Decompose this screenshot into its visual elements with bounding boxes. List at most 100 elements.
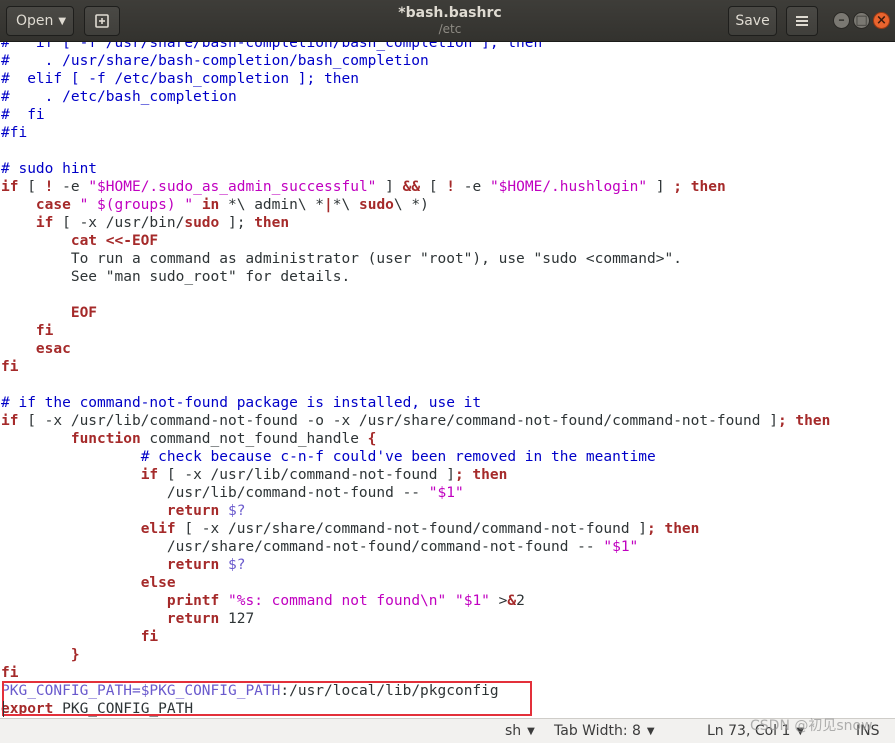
code-line: if [ -x /usr/bin/sudo ]; then bbox=[1, 214, 289, 232]
code-token-keyword: fi bbox=[1, 359, 19, 375]
chevron-down-icon: ▼ bbox=[58, 16, 67, 27]
code-line: # if the command-not-found package is in… bbox=[1, 394, 481, 412]
close-icon: × bbox=[876, 13, 887, 28]
code-line: elif [ -x /usr/share/command-not-found/c… bbox=[1, 520, 700, 538]
code-token-string: "$1" bbox=[454, 593, 490, 609]
code-line: printf "%s: command not found\n" "$1" >&… bbox=[1, 592, 525, 610]
chevron-down-icon: ▼ bbox=[527, 726, 535, 737]
save-button[interactable]: Save bbox=[728, 6, 777, 36]
code-token-plain: 127 bbox=[219, 611, 255, 627]
code-token-plain: :/usr/local/lib/pkgconfig bbox=[280, 683, 499, 699]
status-bar: sh ▼ Tab Width: 8 ▼ Ln 73, Col 1 ▼ INS bbox=[0, 718, 895, 743]
code-token-plain: ] bbox=[376, 179, 403, 195]
code-token-plain: \ *) bbox=[393, 197, 429, 213]
code-token-keyword: fi bbox=[140, 629, 159, 645]
code-line: See "man sudo_root" for details. bbox=[1, 268, 350, 286]
code-line: if [ ! -e "$HOME/.sudo_as_admin_successf… bbox=[1, 178, 726, 196]
code-line: # if [ -f /usr/share/bash-completion/bas… bbox=[1, 42, 542, 52]
code-token-keyword: esac bbox=[35, 341, 71, 357]
code-line: if [ -x /usr/lib/command-not-found ]; th… bbox=[1, 466, 508, 484]
code-line: # check because c-n-f could've been remo… bbox=[1, 448, 656, 466]
code-line: fi bbox=[1, 322, 53, 340]
code-line: cat <<-EOF bbox=[1, 232, 158, 250]
code-token-keyword: function bbox=[70, 431, 141, 447]
code-token-keyword: if bbox=[35, 215, 54, 231]
maximize-window-button[interactable]: □ bbox=[853, 12, 870, 29]
maximize-icon: □ bbox=[855, 13, 868, 28]
code-token-comment: # . /etc/bash_completion bbox=[1, 89, 237, 105]
code-token-comment: # if the command-not-found package is in… bbox=[1, 395, 482, 411]
code-token-keyword: elif bbox=[140, 521, 176, 537]
code-token-string: "$HOME/.sudo_as_admin_successful" bbox=[88, 179, 377, 195]
cursor-position-label: Ln 73, Col 1 bbox=[707, 723, 791, 739]
code-line: # elif [ -f /etc/bash_completion ]; then bbox=[1, 70, 359, 88]
tab-width-selector[interactable]: Tab Width: 8 ▼ bbox=[554, 722, 655, 741]
code-token-keyword: then bbox=[254, 215, 290, 231]
code-token-string: "%s: command not found\n" bbox=[228, 593, 447, 609]
code-token-comment: # . /usr/share/bash-completion/bash_comp… bbox=[1, 53, 429, 69]
code-line: return $? bbox=[1, 556, 246, 574]
code-token-plain: *\ bbox=[332, 197, 359, 213]
code-line: #fi bbox=[1, 124, 27, 142]
code-token-plain: 2 bbox=[516, 593, 525, 609]
code-token-plain: [ bbox=[420, 179, 447, 195]
code-token-keyword: & bbox=[507, 593, 517, 609]
tab-width-label: Tab Width: 8 bbox=[554, 723, 641, 739]
chevron-down-icon: ▼ bbox=[796, 726, 805, 737]
code-token-keyword: sudo bbox=[358, 197, 394, 213]
code-token-keyword: sudo bbox=[184, 215, 220, 231]
code-token-keyword: { bbox=[367, 431, 377, 447]
open-button[interactable]: Open ▼ bbox=[6, 6, 74, 36]
minimize-window-button[interactable]: – bbox=[833, 12, 850, 29]
code-line: return $? bbox=[1, 502, 246, 520]
code-token-comment: # fi bbox=[1, 107, 45, 123]
minimize-icon: – bbox=[838, 13, 845, 28]
code-line: else bbox=[1, 574, 176, 592]
close-window-button[interactable]: × bbox=[873, 12, 890, 29]
code-token-plain: > bbox=[489, 593, 508, 609]
code-token-plain: ] bbox=[647, 179, 674, 195]
code-token-comment: # sudo hint bbox=[1, 161, 98, 177]
text-editor-area[interactable]: export PKG_CONFIG_PATH PKG_CONFIG_PATH=$P… bbox=[0, 42, 895, 718]
code-line: } bbox=[1, 646, 80, 664]
chevron-down-icon: ▼ bbox=[646, 726, 655, 737]
code-token-plain: See "man sudo_root" for details. bbox=[1, 269, 351, 285]
code-token-keyword: return bbox=[166, 611, 220, 627]
code-token-plain: To run a command as administrator (user … bbox=[1, 251, 682, 267]
code-line: case " $(groups) " in *\ admin\ *|*\ sud… bbox=[1, 196, 429, 214]
code-token-plain: [ -x /usr/lib/command-not-found ] bbox=[158, 467, 455, 483]
code-token-plain: [ -x /usr/lib/command-not-found -o -x /u… bbox=[18, 413, 778, 429]
code-token-keyword: fi bbox=[1, 665, 19, 681]
code-line: PKG_CONFIG_PATH=$PKG_CONFIG_PATH:/usr/lo… bbox=[1, 682, 499, 700]
code-token-variable: $PKG_CONFIG_PATH bbox=[140, 683, 281, 699]
code-token-plain: [ bbox=[18, 179, 45, 195]
new-document-button[interactable] bbox=[84, 6, 120, 36]
code-token-string: "$1" bbox=[603, 539, 639, 555]
code-token-keyword: ; then bbox=[673, 179, 726, 195]
code-line: fi bbox=[1, 664, 18, 682]
code-token-keyword: ; then bbox=[454, 467, 508, 483]
hamburger-menu-button[interactable] bbox=[786, 6, 818, 36]
code-line: fi bbox=[1, 358, 18, 376]
code-line: return 127 bbox=[1, 610, 254, 628]
code-line: To run a command as administrator (user … bbox=[1, 250, 682, 268]
cursor-position-selector[interactable]: Ln 73, Col 1 ▼ bbox=[707, 722, 804, 741]
code-token-keyword: printf bbox=[166, 593, 220, 609]
code-line: export PKG_CONFIG_PATH bbox=[1, 700, 193, 718]
code-line: /usr/share/command-not-found/command-not… bbox=[1, 538, 638, 556]
language-selector[interactable]: sh ▼ bbox=[505, 722, 535, 741]
